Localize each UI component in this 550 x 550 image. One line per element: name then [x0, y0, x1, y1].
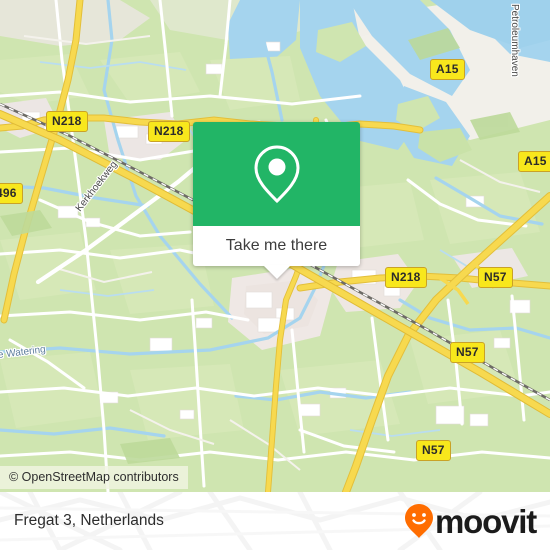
- location-pin-icon: [253, 145, 300, 204]
- page-title: Fregat 3, Netherlands: [14, 512, 164, 529]
- road-shield-n57-south[interactable]: N57: [416, 440, 451, 461]
- road-shield-n218-east[interactable]: N218: [385, 267, 427, 288]
- moovit-brand[interactable]: moovit: [404, 502, 537, 540]
- moovit-smiley-pin-icon: [405, 504, 434, 538]
- map-canvas[interactable]: N218 N218 496 A15 A15 N218 N57 N57 N57 K…: [0, 0, 550, 492]
- popup-cta-panel[interactable]: Take me there: [193, 226, 360, 279]
- location-popup[interactable]: Take me there: [193, 122, 360, 279]
- road-shield-n57-north[interactable]: N57: [478, 267, 513, 288]
- take-me-there-label: Take me there: [225, 237, 328, 254]
- road-shield-n496[interactable]: 496: [0, 183, 23, 204]
- map-page: N218 N218 496 A15 A15 N218 N57 N57 N57 K…: [0, 0, 550, 550]
- road-shield-n57-middle[interactable]: N57: [450, 342, 485, 363]
- road-shield-a15-east[interactable]: A15: [518, 151, 550, 172]
- popup-marker-panel: [193, 122, 360, 226]
- road-shield-a15-north[interactable]: A15: [430, 59, 465, 80]
- street-label-petroleumhaven: Petroleumhaven: [509, 4, 520, 77]
- footer-bar: Fregat 3, Netherlands moovit: [0, 492, 550, 550]
- road-shield-n218-central[interactable]: N218: [148, 121, 190, 142]
- osm-attribution[interactable]: © OpenStreetMap contributors: [0, 466, 188, 489]
- moovit-wordmark: moovit: [435, 502, 537, 540]
- popup-tail: [262, 265, 291, 279]
- road-shield-n218-west[interactable]: N218: [46, 111, 88, 132]
